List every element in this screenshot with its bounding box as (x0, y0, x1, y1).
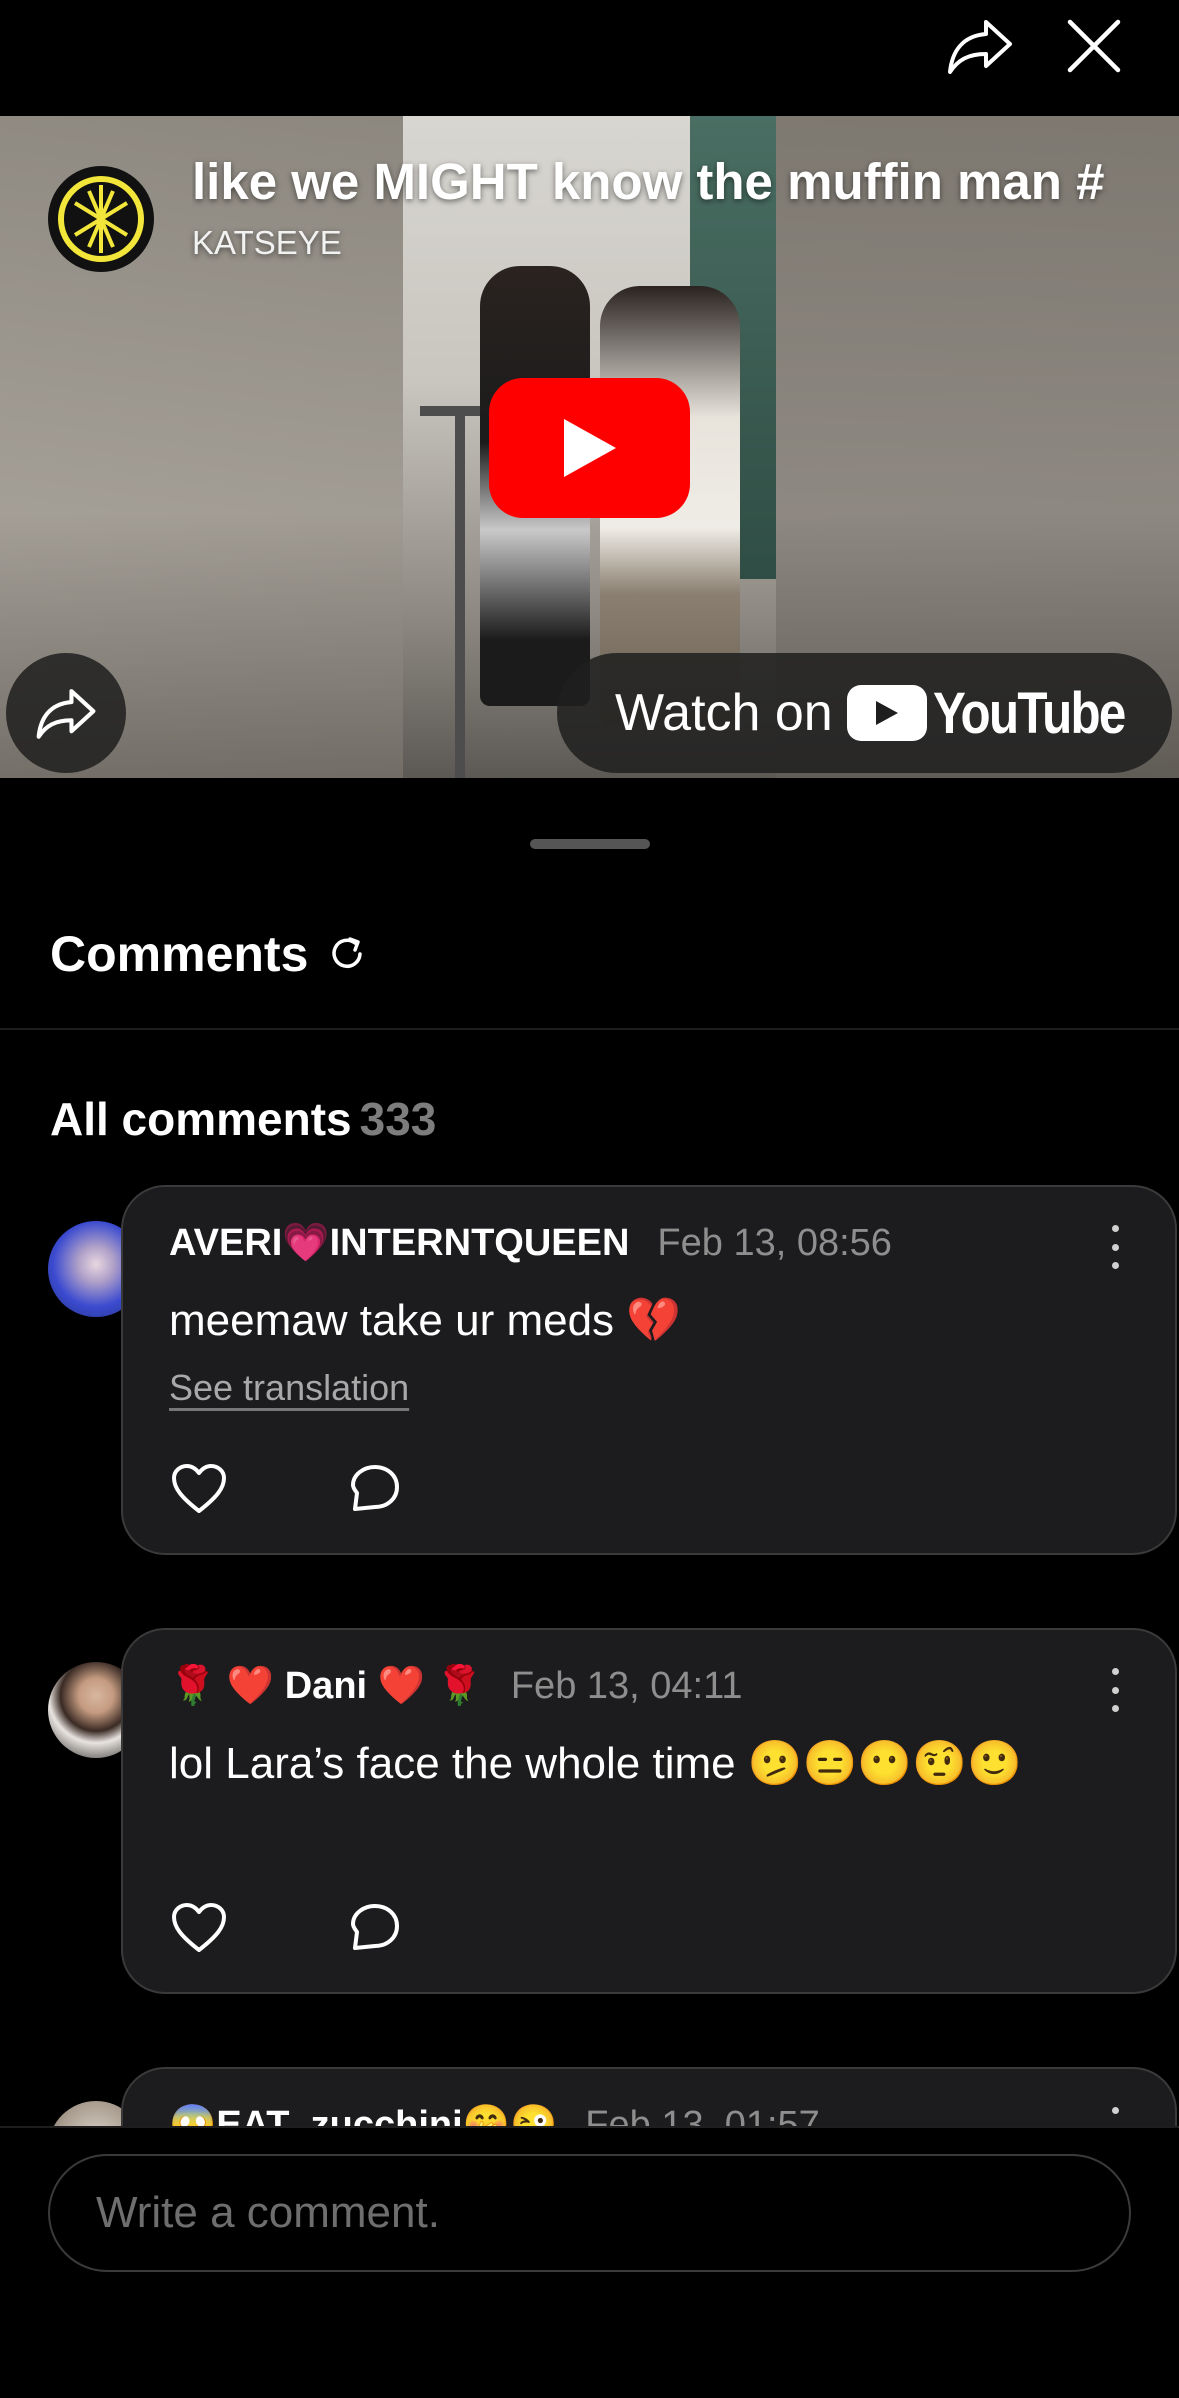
more-vertical-icon[interactable] (1105, 1225, 1125, 1269)
comment-bubble-icon[interactable] (345, 1898, 405, 1958)
comment-bubble: 🌹 ❤️ Dani ❤️ 🌹 Feb 13, 04:11 lol Lara’s … (121, 1628, 1177, 1994)
top-bar (0, 0, 1179, 116)
video-railing (455, 406, 465, 778)
comment-bubble-icon[interactable] (345, 1459, 405, 1519)
comments-title: Comments (50, 926, 309, 982)
comments-header: Comments (50, 925, 370, 983)
youtube-play-icon[interactable] (489, 378, 690, 518)
drag-handle[interactable] (530, 839, 650, 849)
see-translation-link[interactable]: See translation (169, 1367, 409, 1409)
video-title[interactable]: like we MIGHT know the muffin man # (192, 152, 1142, 211)
comment-author[interactable]: AVERI💗INTERNTQUEEN (169, 1221, 629, 1265)
watch-on-label: Watch on (615, 684, 833, 742)
refresh-icon[interactable] (326, 932, 370, 976)
youtube-logo-icon (846, 685, 927, 741)
watch-on-youtube-button[interactable]: Watch on YouTube (557, 653, 1172, 773)
video-player[interactable]: like we MIGHT know the muffin man # KATS… (0, 116, 1179, 778)
comment-composer (0, 2126, 1179, 2398)
share-icon (36, 689, 96, 739)
comment-text: meemaw take ur meds 💔 (169, 1296, 682, 1345)
divider (0, 1028, 1179, 1030)
all-comments-label: All comments (50, 1093, 352, 1145)
comment-author[interactable]: 🌹 ❤️ Dani ❤️ 🌹 (169, 1664, 483, 1708)
comment-bubble: AVERI💗INTERNTQUEEN Feb 13, 08:56 meemaw … (121, 1185, 1177, 1555)
comment-item: 🌹 ❤️ Dani ❤️ 🌹 Feb 13, 04:11 lol Lara’s … (48, 1628, 1177, 1994)
channel-name[interactable]: KATSEYE (192, 224, 342, 262)
comment-actions (169, 1898, 405, 1958)
video-share-button[interactable] (6, 653, 126, 773)
comment-text: lol Lara’s face the whole time 🫤😑😶🤨🙂 (169, 1739, 1022, 1788)
comment-count: 333 (359, 1093, 437, 1145)
comment-header: AVERI💗INTERNTQUEEN Feb 13, 08:56 (169, 1221, 892, 1265)
more-vertical-icon[interactable] (1105, 1668, 1125, 1712)
youtube-wordmark: YouTube (932, 680, 1126, 746)
all-comments-heading: All comments 333 (50, 1092, 436, 1146)
comment-input[interactable] (48, 2154, 1131, 2272)
channel-avatar[interactable] (48, 166, 154, 272)
comment-header: 🌹 ❤️ Dani ❤️ 🌹 Feb 13, 04:11 (169, 1664, 743, 1708)
comment-item: AVERI💗INTERNTQUEEN Feb 13, 08:56 meemaw … (48, 1185, 1177, 1555)
comment-actions (169, 1459, 405, 1519)
comment-timestamp: Feb 13, 08:56 (657, 1221, 892, 1264)
youtube-logo: YouTube (846, 680, 1158, 747)
share-icon[interactable] (944, 10, 1016, 82)
close-icon[interactable] (1058, 10, 1130, 82)
heart-icon[interactable] (169, 1898, 229, 1958)
heart-icon[interactable] (169, 1459, 229, 1519)
comment-timestamp: Feb 13, 04:11 (510, 1664, 743, 1707)
